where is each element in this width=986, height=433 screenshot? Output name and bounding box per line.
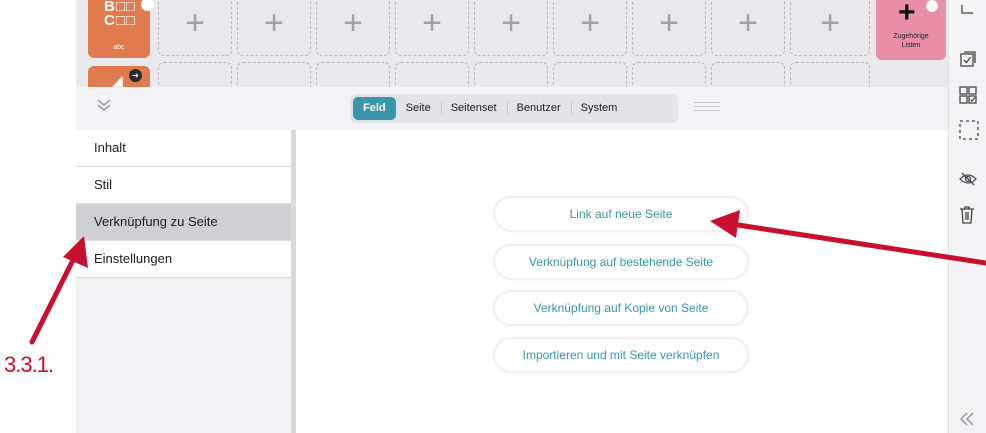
- arrow-to-menu-item: [29, 236, 88, 345]
- arrow-to-link-button: [710, 210, 986, 266]
- annotation-arrows: [29, 210, 986, 345]
